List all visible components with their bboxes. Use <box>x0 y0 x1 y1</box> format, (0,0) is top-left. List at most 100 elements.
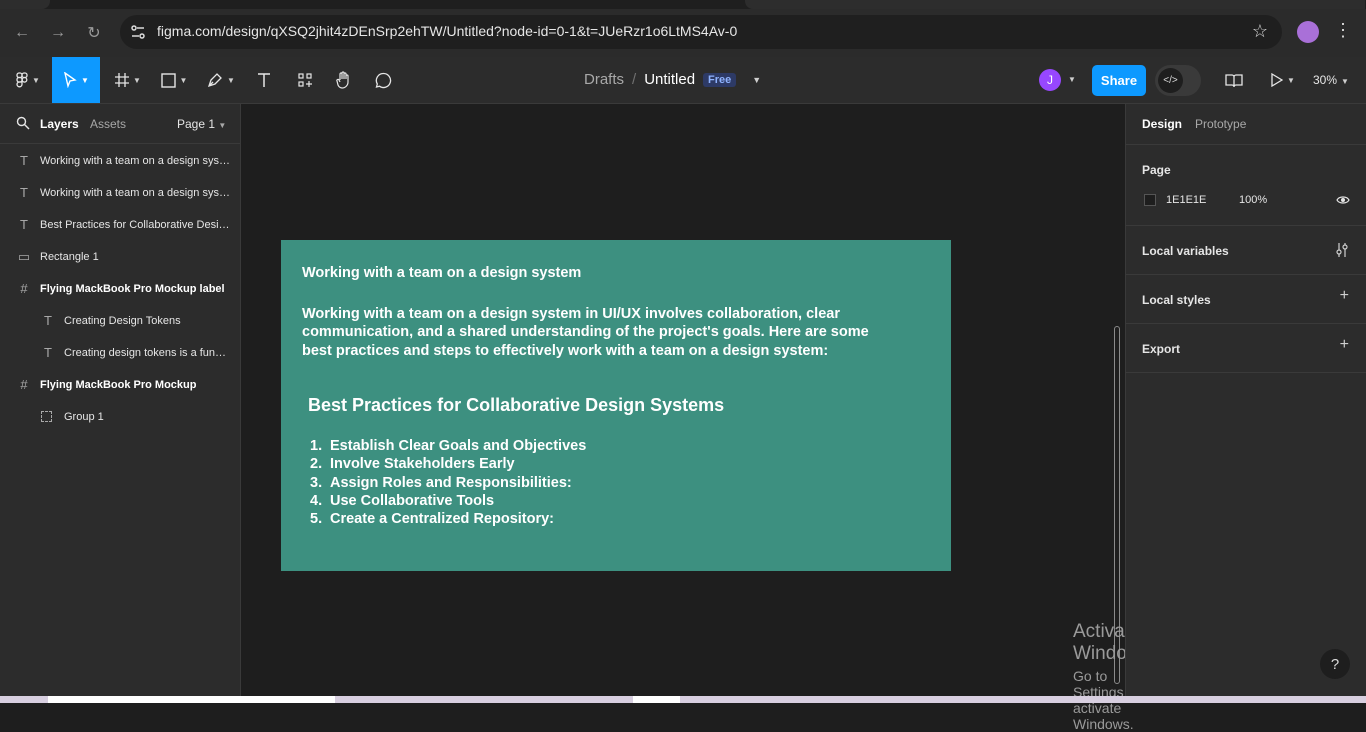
frame-paragraph-text[interactable]: Working with a team on a design system i… <box>302 305 892 360</box>
frame-title-text[interactable]: Working with a team on a design system <box>302 265 581 281</box>
local-variables-label: Local variables <box>1142 244 1229 258</box>
figma-main-menu[interactable]: ▼ <box>10 57 46 103</box>
layer-item[interactable]: T Working with a team on a design system… <box>0 177 240 209</box>
tab-design[interactable]: Design <box>1142 117 1182 131</box>
frame-layer-icon: # <box>20 281 28 296</box>
layer-item[interactable]: # Flying MackBook Pro Mockup <box>0 369 240 401</box>
chevron-down-icon: ▼ <box>81 75 89 85</box>
dev-mode-toggle[interactable]: </> <box>1155 65 1201 96</box>
chevron-down-icon: ▼ <box>179 75 188 85</box>
left-panel-tabs: Layers Assets Page 1 ▼ <box>0 104 240 144</box>
file-name[interactable]: Untitled <box>644 71 695 88</box>
layer-name: Rectangle 1 <box>40 251 99 263</box>
shape-tool[interactable]: ▼ <box>156 57 192 103</box>
layer-name: Flying MackBook Pro Mockup <box>40 379 197 391</box>
taskbar-item[interactable] <box>48 696 335 703</box>
share-button[interactable]: Share <box>1092 65 1146 96</box>
play-icon <box>1271 73 1284 87</box>
list-number: 3. <box>310 474 323 491</box>
frame-heading-text[interactable]: Best Practices for Collaborative Design … <box>308 395 724 416</box>
browser-tab[interactable] <box>0 0 50 9</box>
help-button[interactable]: ? <box>1320 649 1350 679</box>
rectangle-icon <box>160 72 176 88</box>
chevron-down-icon: ▼ <box>32 75 40 85</box>
local-variables-section[interactable]: Local variables <box>1126 226 1366 275</box>
layer-name: Group 1 <box>64 411 104 423</box>
browser-address-row: ← → ↻ figma.com/design/qXSQ2jhit4zDEnSrp… <box>0 9 1366 57</box>
browser-menu-icon[interactable]: ⋮ <box>1334 20 1352 41</box>
layer-item[interactable]: T Creating Design Tokens <box>0 305 240 337</box>
chevron-down-icon: ▼ <box>227 75 235 85</box>
layer-item[interactable]: T Creating design tokens is a fundamenta… <box>0 337 240 369</box>
back-icon[interactable]: ← <box>10 21 34 45</box>
text-layer-icon: T <box>44 345 52 360</box>
browser-profile-avatar[interactable] <box>1297 21 1319 43</box>
list-text: Involve Stakeholders Early <box>330 456 515 473</box>
page-selector[interactable]: Page 1 ▼ <box>177 117 226 131</box>
pen-icon <box>208 73 222 88</box>
layer-item[interactable]: T Working with a team on a design system <box>0 145 240 177</box>
text-tool[interactable] <box>252 57 276 103</box>
add-icon[interactable]: + <box>1340 336 1349 354</box>
bookmark-star-icon[interactable]: ☆ <box>1252 21 1268 42</box>
url-text[interactable]: figma.com/design/qXSQ2jhit4zDEnSrp2ehTW/… <box>157 23 737 39</box>
move-tool[interactable]: ▼ <box>52 57 100 103</box>
frame-list[interactable]: 1. Establish Clear Goals and Objectives 2… <box>310 437 586 528</box>
list-text: Establish Clear Goals and Objectives <box>330 438 587 454</box>
layer-item[interactable]: # Flying MackBook Pro Mockup label <box>0 273 240 305</box>
browser-tab[interactable] <box>745 0 1365 9</box>
list-number: 2. <box>310 456 323 473</box>
frame-tool[interactable]: ▼ <box>110 57 146 103</box>
reload-icon[interactable]: ↻ <box>82 21 106 45</box>
user-avatar[interactable]: J <box>1039 69 1061 91</box>
site-settings-icon[interactable] <box>129 23 147 41</box>
list-item: 1. Establish Clear Goals and Objectives <box>310 437 586 455</box>
list-number: 5. <box>310 511 323 528</box>
page-opacity-value[interactable]: 100% <box>1239 194 1267 206</box>
layer-name: Creating Design Tokens <box>64 315 181 327</box>
layer-item[interactable]: Group 1 <box>0 401 240 433</box>
hand-icon <box>336 71 349 89</box>
frame-layer-icon: # <box>20 377 28 392</box>
page-color-value[interactable]: 1E1E1E <box>1166 194 1206 206</box>
layers-panel: Layers Assets Page 1 ▼ T Working with a … <box>0 104 241 696</box>
local-styles-section[interactable]: Local styles + <box>1126 275 1366 324</box>
breadcrumb: Drafts / Untitled Free ▼ <box>584 71 761 88</box>
comment-tool[interactable] <box>371 57 395 103</box>
search-icon[interactable] <box>16 116 30 130</box>
present-button[interactable]: ▼ <box>1266 57 1300 103</box>
components-icon <box>298 73 312 87</box>
figma-logo-icon <box>16 72 28 88</box>
hand-tool[interactable] <box>332 57 356 103</box>
variables-icon[interactable] <box>1335 242 1349 258</box>
chevron-down-icon[interactable]: ▼ <box>1068 75 1076 84</box>
design-frame[interactable]: Working with a team on a design system W… <box>281 240 951 571</box>
eye-icon[interactable] <box>1336 193 1350 207</box>
taskbar-item[interactable] <box>633 696 680 703</box>
pen-tool[interactable]: ▼ <box>202 57 240 103</box>
layer-item[interactable]: T Best Practices for Collaborative Desig… <box>0 209 240 241</box>
address-bar[interactable]: figma.com/design/qXSQ2jhit4zDEnSrp2ehTW/… <box>120 15 1282 49</box>
layer-item[interactable]: ▭ Rectangle 1 <box>0 241 240 273</box>
layer-name: Best Practices for Collaborative Design … <box>40 219 232 231</box>
add-icon[interactable]: + <box>1340 287 1349 305</box>
list-text: Create a Centralized Repository: <box>330 511 555 528</box>
properties-panel: Design Prototype Page 1E1E1E 100% Local … <box>1125 104 1366 696</box>
resources-tool[interactable] <box>293 57 317 103</box>
chevron-down-icon[interactable]: ▼ <box>752 75 761 85</box>
tab-prototype[interactable]: Prototype <box>1195 117 1246 131</box>
tab-assets[interactable]: Assets <box>90 117 126 131</box>
library-button[interactable] <box>1222 57 1246 103</box>
tab-layers[interactable]: Layers <box>40 117 79 131</box>
os-taskbar <box>0 696 1366 703</box>
text-layer-icon: T <box>44 313 52 328</box>
frame-icon <box>115 73 130 87</box>
canvas[interactable]: Working with a team on a design system W… <box>241 104 1150 732</box>
zoom-control[interactable]: 30% ▼ <box>1313 73 1349 87</box>
forward-icon[interactable]: → <box>46 21 70 45</box>
breadcrumb-drafts[interactable]: Drafts <box>584 71 624 88</box>
text-layer-icon: T <box>20 185 28 200</box>
page-section: Page <box>1126 145 1366 226</box>
page-color-swatch[interactable] <box>1144 194 1156 206</box>
export-section[interactable]: Export + <box>1126 324 1366 373</box>
